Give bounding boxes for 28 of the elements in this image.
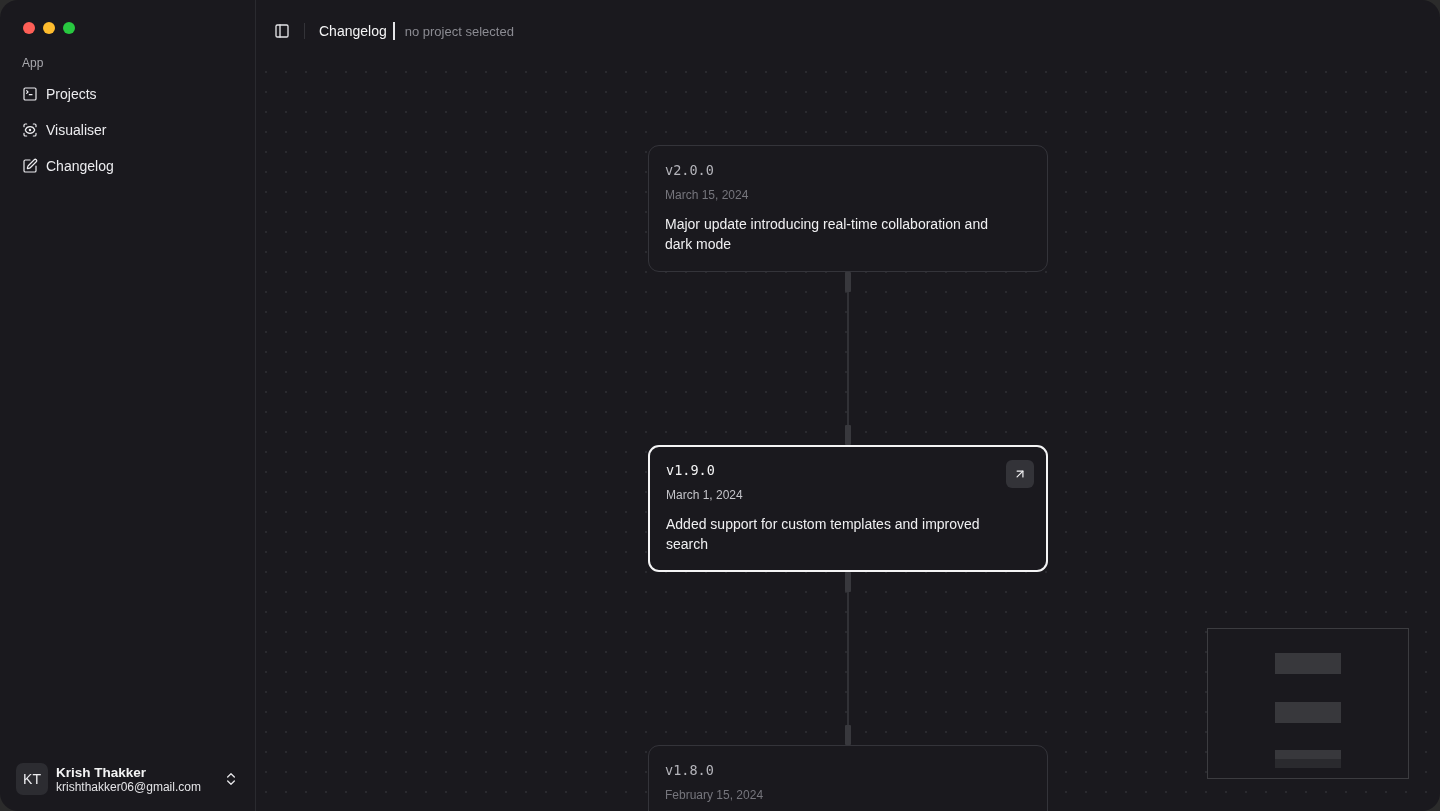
changelog-card[interactable]: v1.8.0 February 15, 2024	[648, 745, 1048, 811]
close-button[interactable]	[23, 22, 35, 34]
avatar: KT	[16, 763, 48, 795]
release-description: Added support for custom templates and improved search	[666, 515, 981, 554]
pencil-icon	[22, 158, 38, 174]
version-label: v1.9.0	[666, 462, 715, 478]
changelog-card[interactable]: v1.9.0 March 1, 2024 Added support for custom templates and improved search	[648, 445, 1048, 572]
minimize-button[interactable]	[43, 22, 55, 34]
user-name: Krish Thakker	[56, 764, 148, 780]
release-date: March 15, 2024	[665, 188, 749, 202]
zoom-button[interactable]	[63, 22, 75, 34]
changelog-card[interactable]: v2.0.0 March 15, 2024 Major update introducing real-time collaboration and dark mode	[648, 145, 1048, 272]
sidebar-item[interactable]: Changelog	[16, 148, 239, 184]
release-date: February 15, 2024	[665, 788, 764, 802]
section-label: App	[21, 56, 45, 70]
sidebar-toggle-icon[interactable]	[274, 23, 290, 39]
eye-icon	[22, 122, 38, 138]
open-button[interactable]	[1006, 460, 1034, 488]
release-description: Major update introducing real-time collaboration and dark mode	[665, 215, 989, 254]
release-date: March 1, 2024	[666, 488, 743, 502]
page-title: Changelog	[319, 22, 395, 40]
user-email: krishthakker06@gmail.com	[56, 779, 202, 794]
page-subtitle: no project selected	[404, 23, 514, 39]
sidebar-item[interactable]: Projects	[16, 76, 239, 112]
version-label: v2.0.0	[665, 162, 714, 178]
version-label: v1.8.0	[665, 762, 714, 778]
terminal-icon	[22, 86, 38, 102]
sidebar-item[interactable]: Visualiser	[16, 112, 239, 148]
